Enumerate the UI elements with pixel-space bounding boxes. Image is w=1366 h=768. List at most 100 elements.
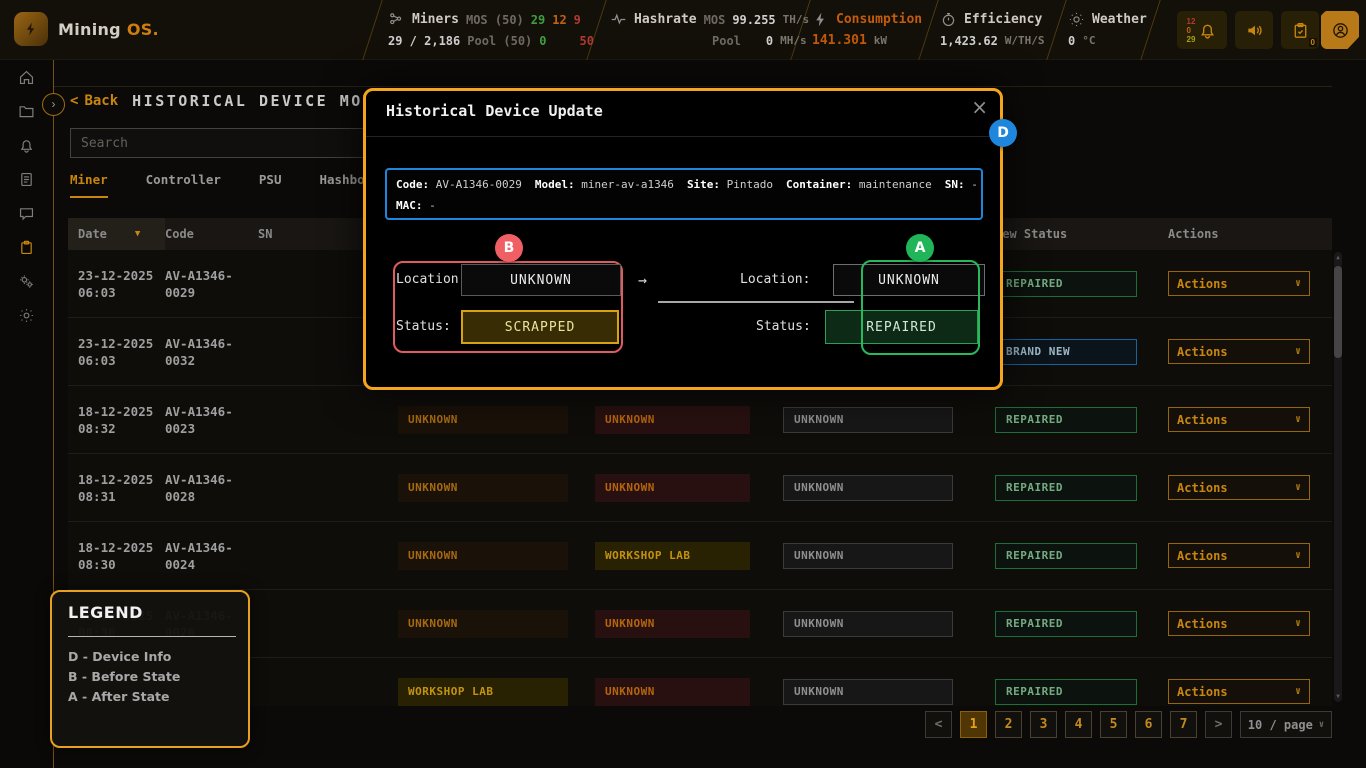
sidebar-item-home[interactable] <box>0 60 53 94</box>
device-info-line2: MAC: - <box>396 195 972 216</box>
cell-code: AV-A1346-0028 <box>165 471 258 505</box>
chevron-down-icon: ∨ <box>1295 278 1301 289</box>
home-icon <box>18 69 35 86</box>
column-header-new-status[interactable]: New Status <box>995 227 1168 241</box>
actions-dropdown[interactable]: Actions∨ <box>1168 679 1310 704</box>
speaker-icon <box>1245 21 1264 40</box>
device-info-segment: Model: miner-av-a1346 <box>535 178 674 191</box>
legend-item: B - Before State <box>68 667 180 687</box>
scrollbar-down-icon[interactable]: ▼ <box>1334 693 1342 700</box>
arrow-right-icon: → <box>638 264 647 296</box>
after-location-label: Location: <box>740 264 810 296</box>
cell-old-status: UNKNOWN <box>783 679 995 705</box>
cell-new-status: BRAND NEW <box>995 339 1168 365</box>
after-status-value: REPAIRED <box>825 310 978 344</box>
actions-dropdown[interactable]: Actions∨ <box>1168 339 1310 364</box>
cell-to-location: UNKNOWN <box>595 678 783 706</box>
back-chevron-icon: < <box>70 93 78 109</box>
clipboard-icon <box>18 239 35 256</box>
tab-miner[interactable]: Miner <box>70 172 108 198</box>
document-icon <box>18 171 35 188</box>
actions-dropdown[interactable]: Actions∨ <box>1168 475 1310 500</box>
legend-divider <box>68 636 236 637</box>
actions-dropdown[interactable]: Actions∨ <box>1168 611 1310 636</box>
close-icon[interactable]: × <box>971 95 988 119</box>
cell-date: 18-12-202508:32 <box>68 403 165 437</box>
brand-text: Mining OS. <box>58 20 159 39</box>
tab-psu[interactable]: PSU <box>259 172 282 198</box>
device-info-segment: SN: - <box>945 178 978 191</box>
after-status-label: Status: <box>756 310 811 344</box>
cell-date: 18-12-202508:31 <box>68 471 165 505</box>
new-status-badge: BRAND NEW <box>995 339 1137 365</box>
column-header-code[interactable]: Code <box>165 227 258 241</box>
hashrate-mos-value: 99.255 <box>732 13 775 27</box>
chevron-down-icon: ∨ <box>1295 414 1301 425</box>
page-prev-button[interactable]: < <box>925 711 952 738</box>
new-status-badge: REPAIRED <box>995 475 1137 501</box>
clipboard-check-icon <box>1291 21 1310 40</box>
sidebar-item-gears[interactable] <box>0 264 53 298</box>
back-button[interactable]: < Back <box>70 93 118 109</box>
bell-icon <box>18 137 35 154</box>
chevron-down-icon: ∨ <box>1295 346 1301 357</box>
cell-actions: Actions∨ <box>1168 611 1332 636</box>
page-button-1[interactable]: 1 <box>960 711 987 738</box>
new-status-badge: REPAIRED <box>995 611 1137 637</box>
sidebar-item-document[interactable] <box>0 162 53 196</box>
actions-dropdown[interactable]: Actions∨ <box>1168 407 1310 432</box>
cell-actions: Actions∨ <box>1168 271 1332 296</box>
scrollbar-thumb[interactable] <box>1334 266 1342 358</box>
annotation-b-badge: B <box>495 234 523 262</box>
tab-controller[interactable]: Controller <box>146 172 221 198</box>
page-button-5[interactable]: 5 <box>1100 711 1127 738</box>
sidebar-collapse-button[interactable]: › <box>42 93 65 116</box>
actions-dropdown[interactable]: Actions∨ <box>1168 271 1310 296</box>
profile-button[interactable] <box>1321 11 1359 49</box>
badge-warning: 0 <box>1187 26 1196 35</box>
annotation-a-badge: A <box>906 234 934 262</box>
cell-from-location: UNKNOWN <box>398 542 595 570</box>
consumption-unit: kW <box>874 34 887 47</box>
table-row: WORKSHOP LABUNKNOWNUNKNOWNREPAIREDAction… <box>68 658 1332 706</box>
cell-actions: Actions∨ <box>1168 407 1332 432</box>
sidebar-item-bell[interactable] <box>0 128 53 162</box>
brand-logo[interactable]: Mining OS. <box>14 12 159 46</box>
page-button-2[interactable]: 2 <box>995 711 1022 738</box>
page-button-3[interactable]: 3 <box>1030 711 1057 738</box>
after-location-value: UNKNOWN <box>833 264 985 296</box>
to-location-badge: UNKNOWN <box>595 406 750 434</box>
tasks-badge: 0 <box>1309 38 1317 47</box>
page-button-6[interactable]: 6 <box>1135 711 1162 738</box>
sidebar-item-chat[interactable] <box>0 196 53 230</box>
from-location-badge: WORKSHOP LAB <box>398 678 568 706</box>
page-button-4[interactable]: 4 <box>1065 711 1092 738</box>
legend-panel: LEGEND D - Device InfoB - Before StateA … <box>50 590 250 748</box>
brand-name: Mining <box>58 20 121 39</box>
weather-label: Weather <box>1092 12 1147 27</box>
column-header-date[interactable]: Date ▼ <box>68 218 165 250</box>
tasks-button[interactable]: 0 <box>1281 11 1319 49</box>
page-button-7[interactable]: 7 <box>1170 711 1197 738</box>
announcements-button[interactable] <box>1235 11 1273 49</box>
notifications-button[interactable]: 12 0 29 <box>1177 11 1227 49</box>
historical-device-update-modal: Historical Device Update × Code: AV-A134… <box>363 88 1003 390</box>
sort-desc-icon: ▼ <box>135 229 140 239</box>
sidebar-item-settings[interactable] <box>0 298 53 332</box>
sidebar-item-clipboard[interactable] <box>0 230 53 264</box>
weather-unit: °C <box>1082 34 1095 47</box>
before-location-label: Location: <box>396 264 466 296</box>
miners-mos-error: 9 <box>574 13 581 27</box>
folder-icon <box>18 103 35 120</box>
scrollbar-up-icon[interactable]: ▲ <box>1334 254 1342 261</box>
page-size-select[interactable]: 10 / page ∨ <box>1240 711 1332 738</box>
new-status-badge: REPAIRED <box>995 543 1137 569</box>
actions-dropdown[interactable]: Actions∨ <box>1168 543 1310 568</box>
table-row: 18-12-202508:32AV-A1346-0023UNKNOWNUNKNO… <box>68 386 1332 454</box>
cell-new-status: REPAIRED <box>995 543 1168 569</box>
table-scrollbar[interactable]: ▲ ▼ <box>1334 252 1342 702</box>
cell-from-location: UNKNOWN <box>398 406 595 434</box>
page-next-button[interactable]: > <box>1205 711 1232 738</box>
old-status-box: UNKNOWN <box>783 407 953 433</box>
cell-code: AV-A1346-0023 <box>165 403 258 437</box>
